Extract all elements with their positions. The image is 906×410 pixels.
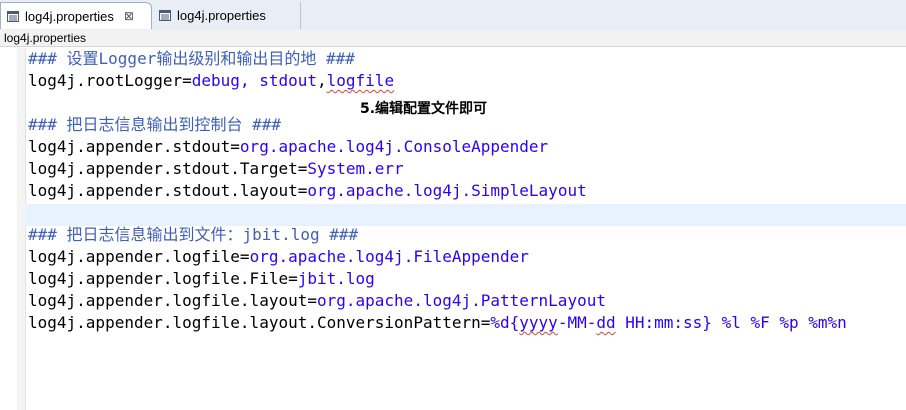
property-value-misspelled: logfile (326, 71, 395, 90)
comment-text: ### 把日志信息输出到控制台 ### (28, 115, 282, 134)
code-line: ### 把日志信息输出到文件：jbit.log ### (28, 224, 847, 246)
property-value: org.apache.log4j.ConsoleAppender (239, 137, 549, 156)
property-value: , (239, 71, 260, 90)
close-icon[interactable]: ⊠ (123, 9, 135, 23)
code-line: log4j.appender.logfile=org.apache.log4j.… (28, 246, 847, 268)
property-key: log4j.appender.logfile= (28, 247, 250, 266)
editor-gutter (0, 48, 17, 410)
tab-log4j-properties-active[interactable]: log4j.properties ⊠ (0, 2, 152, 29)
property-value: -MM- (557, 313, 597, 332)
property-key: log4j.rootLogger= (28, 71, 192, 90)
breadcrumb[interactable]: log4j.properties (0, 30, 906, 47)
property-value-misspelled: yyyy (519, 313, 558, 332)
property-key: log4j.appender.logfile.File= (28, 269, 298, 288)
property-value: System.err (307, 159, 404, 178)
overview-ruler (17, 48, 26, 410)
code-content[interactable]: ### 设置Logger输出级别和输出目的地 ### log4j.rootLog… (28, 48, 847, 334)
property-key: log4j.appender.stdout.layout= (28, 181, 308, 200)
property-key: log4j.appender.stdout= (28, 137, 240, 156)
tab-log4j-properties[interactable]: log4j.properties (153, 2, 301, 29)
property-value: HH:mm:ss} %l %F %p %m%n (615, 313, 847, 332)
code-line: log4j.appender.stdout=org.apache.log4j.C… (28, 136, 847, 158)
property-value-misspelled: dd (596, 313, 616, 332)
annotation-label: 5.编辑配置文件即可 (360, 101, 488, 117)
property-key: log4j.appender.logfile.layout.Conversion… (28, 313, 491, 332)
properties-file-icon (159, 10, 171, 21)
property-value: org.apache.log4j.PatternLayout (316, 291, 606, 310)
property-value: org.apache.log4j.FileAppender (249, 247, 529, 266)
code-line: log4j.appender.logfile.File=jbit.log (28, 268, 847, 290)
comment-text: ### 把日志信息输出到文件：jbit.log ### (28, 225, 359, 244)
tab-label: log4j.properties (177, 8, 266, 23)
code-line: log4j.appender.stdout.Target=System.err (28, 158, 847, 180)
property-value: jbit.log (297, 269, 375, 288)
code-line: ### 设置Logger输出级别和输出目的地 ### (28, 48, 847, 70)
code-editor[interactable]: ### 设置Logger输出级别和输出目的地 ### log4j.rootLog… (0, 48, 906, 410)
comment-text: ### 设置Logger输出级别和输出目的地 ### (28, 49, 355, 68)
property-value: stdout (259, 71, 317, 90)
code-line: log4j.appender.stdout.layout=org.apache.… (28, 180, 847, 202)
properties-file-icon (7, 10, 19, 22)
editor-tab-bar: log4j.properties ⊠ log4j.properties (0, 0, 906, 31)
tab-label: log4j.properties (25, 8, 114, 24)
property-value: debug (191, 71, 240, 90)
property-key: log4j.appender.logfile.layout= (28, 291, 317, 310)
code-line: log4j.appender.logfile.layout.Conversion… (28, 312, 847, 334)
code-line: log4j.appender.logfile.layout=org.apache… (28, 290, 847, 312)
property-value: %d{ (490, 313, 520, 332)
property-key: log4j.appender.stdout.Target= (28, 159, 308, 178)
property-value: org.apache.log4j.SimpleLayout (307, 181, 587, 200)
code-line: log4j.rootLogger=debug, stdout,logfile (28, 70, 847, 92)
property-separator: , (317, 71, 327, 90)
